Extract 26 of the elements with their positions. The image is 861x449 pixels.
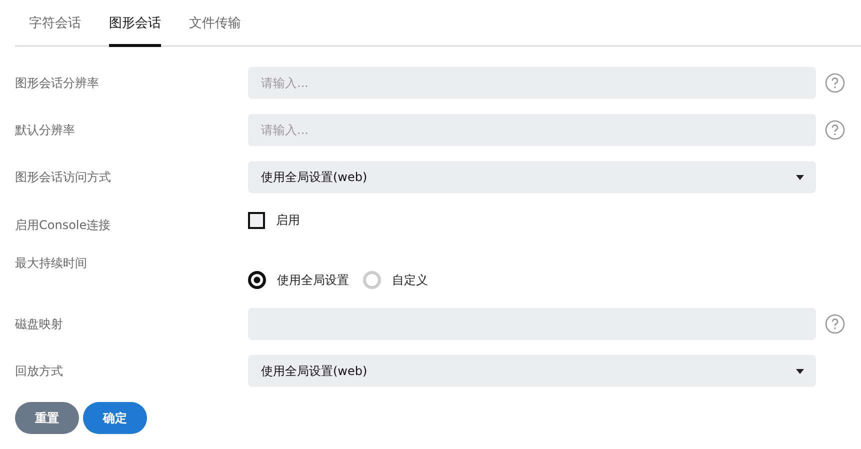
tab[interactable]: 文件传输 xyxy=(189,0,241,47)
checkbox-label: 启用 xyxy=(276,212,300,228)
tab[interactable]: 图形会话 xyxy=(109,0,161,47)
select-field[interactable]: 使用全局设置(web) xyxy=(248,161,816,193)
reset-button[interactable]: 重置 xyxy=(15,402,79,434)
input-field[interactable]: 请输入... xyxy=(248,114,816,146)
help-icon[interactable] xyxy=(825,120,845,140)
radio-label: 自定义 xyxy=(392,272,428,288)
help-icon[interactable] xyxy=(825,73,845,93)
field-label: 默认分辨率 xyxy=(15,122,76,138)
field-label: 最大持续时间 xyxy=(15,255,88,272)
caret-icon xyxy=(796,368,804,374)
field-label: 图形会话访问方式 xyxy=(15,168,112,186)
help-icon[interactable] xyxy=(825,314,845,334)
select-field[interactable]: 使用全局设置(web) xyxy=(248,355,816,387)
tab[interactable]: 字符会话 xyxy=(29,0,81,47)
field-label: 图形会话分辨率 xyxy=(15,74,100,92)
confirm-button[interactable]: 确定 xyxy=(83,402,147,434)
input-field[interactable]: 请输入... xyxy=(248,67,816,99)
caret-icon xyxy=(796,174,804,180)
checkbox[interactable] xyxy=(248,212,265,228)
field-label: 回放方式 xyxy=(15,362,64,380)
radio-label: 使用全局设置 xyxy=(277,272,349,288)
field-label: 磁盘映射 xyxy=(15,316,64,332)
radio-button[interactable] xyxy=(248,271,266,289)
field-label: 启用Console连接 xyxy=(15,217,112,234)
